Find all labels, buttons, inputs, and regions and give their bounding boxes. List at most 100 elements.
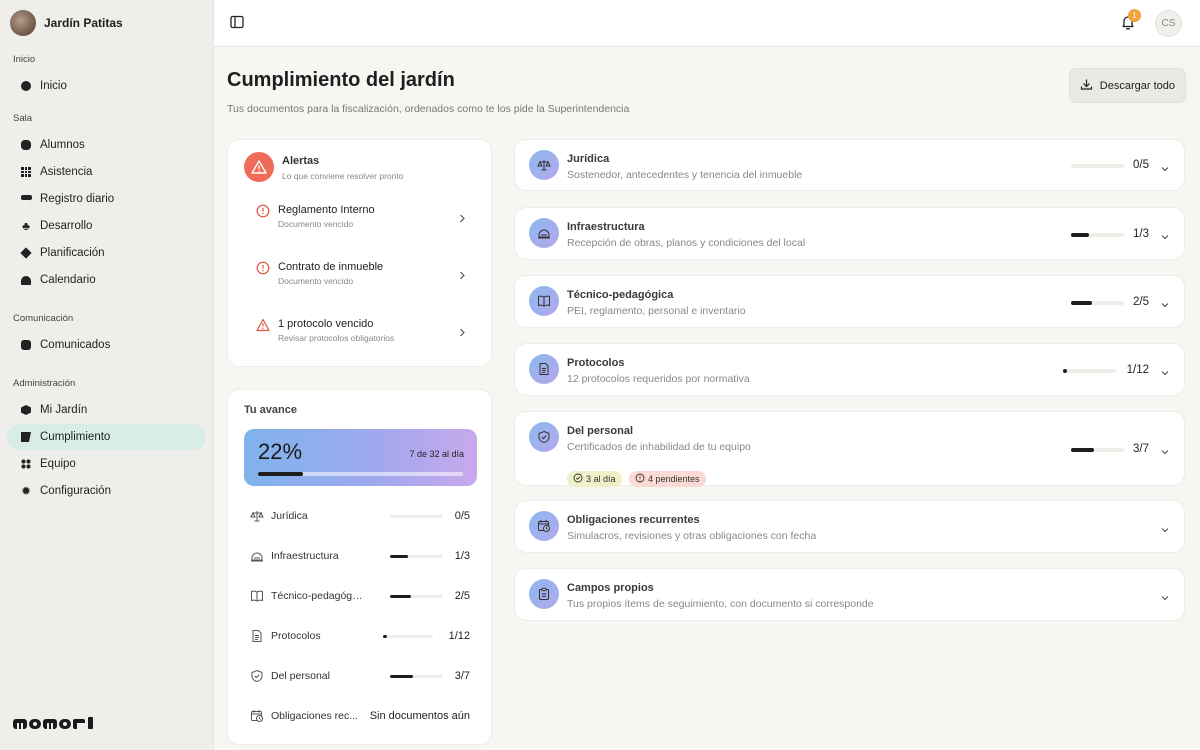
category-value: 3/7 bbox=[1133, 443, 1149, 455]
progress-row-bar bbox=[390, 514, 443, 518]
download-all-button[interactable]: Descargar todo bbox=[1068, 68, 1186, 103]
sidebar-item-label: Mi Jardín bbox=[40, 404, 88, 416]
category-progress-bar bbox=[1071, 233, 1124, 237]
progress-row-label: Infraestructura bbox=[271, 550, 339, 562]
category-title: Campos propios bbox=[567, 582, 654, 594]
alert-item-subtitle: Documento vencido bbox=[278, 276, 354, 286]
progress-row-personal[interactable]: Del personal 3/7 bbox=[250, 668, 470, 684]
team-icon bbox=[20, 458, 32, 470]
sidebar: Jardín Patitas Inicio Inicio Sala Alumno… bbox=[0, 0, 214, 750]
progress-row-bar bbox=[390, 594, 443, 598]
progress-bar-fill bbox=[258, 472, 304, 476]
shield-icon bbox=[529, 422, 559, 452]
brand-name: Jardín Patitas bbox=[44, 16, 123, 30]
status-badge-pending: 4 pendientes bbox=[629, 471, 706, 487]
chevron-down-icon[interactable] bbox=[1160, 590, 1170, 601]
progress-row-juridica[interactable]: Jurídica 0/5 bbox=[250, 508, 470, 524]
page-subtitle: Tus documentos para la fiscalización, or… bbox=[227, 103, 630, 115]
status-badge-label: 4 pendientes bbox=[648, 474, 700, 484]
category-obligaciones-recurrentes[interactable]: Obligaciones recurrentes Simulacros, rev… bbox=[514, 500, 1185, 553]
progress-row-value: 3/7 bbox=[454, 670, 470, 682]
alert-item-subtitle: Revisar protocolos obligatorios bbox=[278, 333, 395, 343]
category-title: Jurídica bbox=[567, 153, 610, 165]
chevron-down-icon[interactable] bbox=[1160, 229, 1170, 240]
warning-triangle-icon bbox=[256, 318, 270, 337]
alert-circle-icon bbox=[256, 261, 270, 280]
sidebar-item-asistencia[interactable]: Asistencia bbox=[7, 159, 206, 185]
grid-icon bbox=[20, 166, 32, 178]
section-label-administracion: Administración bbox=[13, 378, 76, 389]
alert-item-protocolo[interactable]: 1 protocolo vencido Revisar protocolos o… bbox=[256, 318, 466, 343]
book-icon bbox=[250, 589, 264, 603]
progress-row-obligaciones[interactable]: Obligaciones rec... Sin documentos aún bbox=[250, 708, 470, 724]
progress-count: 7 de 32 al día bbox=[409, 449, 464, 459]
chevron-down-icon[interactable] bbox=[1160, 444, 1170, 455]
alerts-title: Alertas bbox=[282, 155, 320, 167]
progress-row-protocolos[interactable]: Protocolos 1/12 bbox=[250, 628, 470, 644]
progress-row-bar bbox=[390, 674, 443, 678]
alert-item-subtitle: Documento vencido bbox=[278, 219, 354, 229]
chevron-down-icon[interactable] bbox=[1160, 161, 1170, 172]
progress-row-infraestructura[interactable]: Infraestructura 1/3 bbox=[250, 548, 470, 564]
alert-item-contrato[interactable]: Contrato de inmueble Documento vencido bbox=[256, 261, 466, 286]
progress-title: Tu avance bbox=[244, 404, 297, 416]
progress-row-label: Técnico-pedagógica bbox=[271, 590, 363, 602]
document-icon bbox=[529, 354, 559, 384]
alerts-header: Alertas Lo que conviene resolver pronto bbox=[244, 152, 403, 182]
sidebar-item-comunicados[interactable]: Comunicados bbox=[7, 332, 206, 358]
category-subtitle: Sostenedor, antecedentes y tenencia del … bbox=[567, 169, 803, 181]
brand[interactable]: Jardín Patitas bbox=[0, 0, 213, 46]
chevron-down-icon[interactable] bbox=[1160, 522, 1170, 533]
category-progress-bar bbox=[1071, 448, 1124, 452]
sidebar-item-calendario[interactable]: Calendario bbox=[7, 267, 206, 293]
sidebar-item-configuracion[interactable]: ✹ Configuración bbox=[7, 478, 206, 504]
category-subtitle: Recepción de obras, planos y condiciones… bbox=[567, 237, 806, 249]
sidebar-item-registro[interactable]: Registro diario bbox=[7, 186, 206, 212]
sidebar-item-planificacion[interactable]: Planificación bbox=[7, 240, 206, 266]
home-icon bbox=[20, 80, 32, 92]
sidebar-item-cumplimiento[interactable]: Cumplimiento bbox=[7, 424, 206, 450]
sidebar-item-label: Configuración bbox=[40, 485, 111, 497]
category-protocolos[interactable]: Protocolos 12 protocolos requeridos por … bbox=[514, 343, 1185, 396]
progress-row-tecnico[interactable]: Técnico-pedagógica 2/5 bbox=[250, 588, 470, 604]
category-tecnico-pedagogica[interactable]: Técnico-pedagógica PEI, reglamento, pers… bbox=[514, 275, 1185, 328]
app-logo bbox=[13, 716, 95, 736]
sidebar-item-equipo[interactable]: Equipo bbox=[7, 451, 206, 477]
category-campos-propios[interactable]: Campos propios Tus propios ítems de segu… bbox=[514, 568, 1185, 621]
progress-row-bar bbox=[390, 554, 443, 558]
status-badge-ok: 3 al día bbox=[567, 471, 622, 487]
calendar-clock-icon bbox=[529, 511, 559, 541]
sidebar-toggle-icon[interactable] bbox=[230, 15, 246, 31]
category-progress-bar bbox=[1071, 164, 1124, 168]
chevron-down-icon[interactable] bbox=[1160, 297, 1170, 308]
document-icon bbox=[250, 629, 264, 643]
download-label: Descargar todo bbox=[1099, 79, 1175, 92]
sidebar-item-alumnos[interactable]: Alumnos bbox=[7, 132, 206, 158]
progress-row-label: Del personal bbox=[271, 670, 330, 682]
user-avatar[interactable]: CS bbox=[1155, 10, 1182, 37]
category-value: 1/3 bbox=[1133, 228, 1149, 240]
alert-circle-icon bbox=[635, 473, 645, 485]
sidebar-item-desarrollo[interactable]: ♣ Desarrollo bbox=[7, 213, 206, 239]
main-content: Cumplimiento del jardín Tus documentos p… bbox=[214, 47, 1200, 750]
progress-row-label: Jurídica bbox=[271, 510, 308, 522]
alerts-subtitle: Lo que conviene resolver pronto bbox=[282, 171, 404, 181]
shield-icon bbox=[250, 669, 264, 683]
sidebar-item-label: Alumnos bbox=[40, 139, 85, 151]
chevron-down-icon[interactable] bbox=[1160, 365, 1170, 376]
download-icon bbox=[1080, 78, 1093, 94]
brand-avatar bbox=[10, 10, 36, 36]
category-del-personal[interactable]: Del personal Certificados de inhabilidad… bbox=[514, 411, 1185, 487]
sidebar-item-inicio[interactable]: Inicio bbox=[7, 73, 206, 99]
category-value: 0/5 bbox=[1133, 159, 1149, 171]
students-icon bbox=[20, 139, 32, 151]
building-icon bbox=[529, 218, 559, 248]
category-infraestructura[interactable]: Infraestructura Recepción de obras, plan… bbox=[514, 207, 1185, 260]
message-icon bbox=[20, 339, 32, 351]
alert-item-title: 1 protocolo vencido bbox=[278, 318, 374, 330]
sidebar-item-label: Cumplimiento bbox=[40, 431, 111, 443]
alert-item-reglamento[interactable]: Reglamento Interno Documento vencido bbox=[256, 204, 466, 229]
sidebar-item-mijardin[interactable]: Mi Jardín bbox=[7, 397, 206, 423]
category-juridica[interactable]: Jurídica Sostenedor, antecedentes y tene… bbox=[514, 139, 1185, 191]
chevron-right-icon bbox=[458, 267, 466, 280]
